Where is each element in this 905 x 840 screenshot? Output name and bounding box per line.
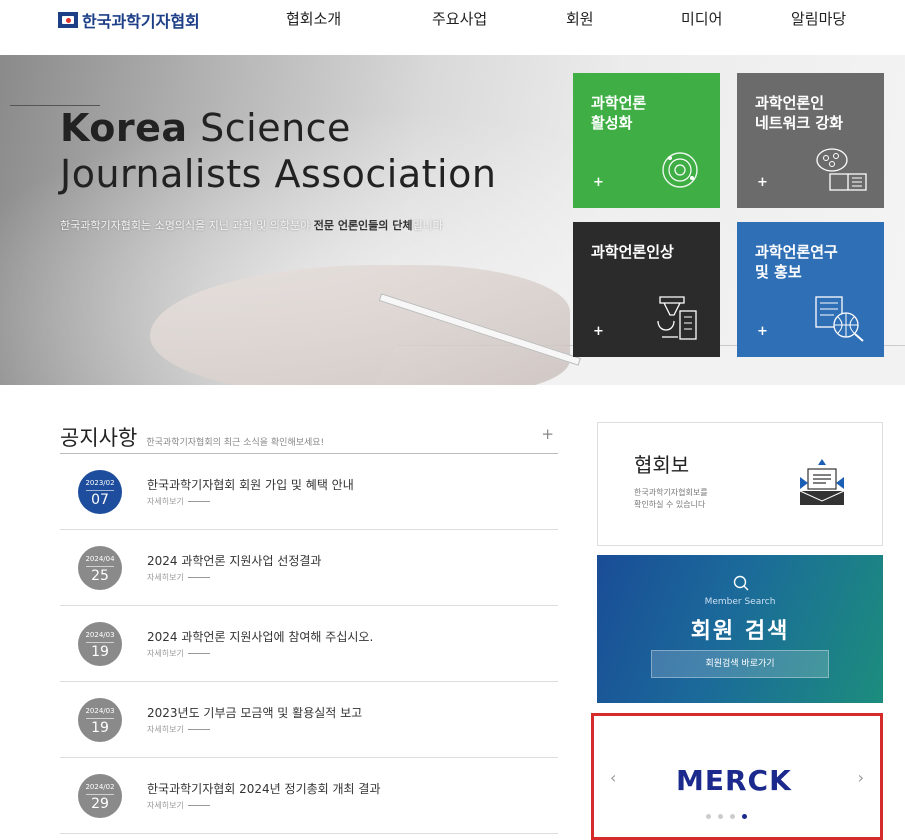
notice-title: 공지사항 [60,426,138,450]
member-search-button[interactable]: 회원검색 바로가기 [651,650,829,678]
notice-more-link[interactable]: 자세히보기 [147,724,210,735]
date-year-month: 2024/03 [85,631,115,639]
arrow-right-icon [187,653,210,654]
member-search-title: 회원 검색 [690,619,790,644]
notice-item[interactable]: 2023/02 07 한국과학기자협회 회원 가입 및 혜택 안내 자세히보기 [60,454,558,530]
notice-more-label: 자세히보기 [147,649,184,658]
hero-subtitle-bold: 전문 언론인들의 단체 [313,219,413,232]
notice-item[interactable]: 2024/03 19 2023년도 기부금 모금액 및 활용실적 보고 자세히보… [60,682,558,758]
newsletter-description: 한국과학기자협회보를 확인하실 수 있습니다 [634,488,708,509]
date-badge: 2024/02 29 [78,774,122,818]
date-day: 07 [91,492,109,508]
merck-logo[interactable]: MERCK [676,764,792,797]
date-badge: 2023/02 07 [78,470,122,514]
tile-title: 과학언론 활성화 [591,94,647,132]
notice-item[interactable]: 2024/03 19 2024 과학언론 지원사업에 참여해 주십시오. 자세히… [60,606,558,682]
notice-text: 한국과학기자협회 회원 가입 및 혜택 안내 [147,478,354,492]
research-globe-icon [815,296,864,342]
tile-research-promotion[interactable]: 과학언론연구 및 홍보 + [737,222,884,357]
tile-plus-icon: + [593,324,604,339]
carousel-prev-icon[interactable]: ‹ [610,768,616,787]
date-badge: 2024/04 25 [78,546,122,590]
hero-title: Korea Science Journalists Association [60,105,496,197]
carousel-dot[interactable] [718,814,723,819]
date-day: 29 [91,796,109,812]
hero-subtitle-pre: 한국과학기자협회는 소명의식을 지닌 과학 및 의학분야 [60,219,314,232]
carousel-next-icon[interactable]: › [858,768,864,787]
notice-more-label: 자세히보기 [147,801,184,810]
nav-item-media[interactable]: 미디어 [681,8,722,29]
notice-more-label: 자세히보기 [147,497,184,506]
notice-more-label: 자세히보기 [147,573,184,582]
notice-more-link[interactable]: 자세히보기 [147,496,210,507]
newsletter-title: 협회보 [634,453,690,477]
date-year-month: 2024/02 [85,783,115,791]
notice-item[interactable]: 2024/02 29 한국과학기자협회 2024년 정기총회 개최 결과 자세히… [60,758,558,834]
hero-banner: Korea Science Journalists Association 한국… [0,55,905,385]
tile-journalist-network[interactable]: 과학언론인 네트워크 강화 + [737,73,884,208]
hero-subtitle: 한국과학기자협회는 소명의식을 지닌 과학 및 의학분야 전문 언론인들의 단체… [60,217,443,233]
hero-title-rest: Science [187,106,351,150]
main-nav: 협회소개 주요사업 회원 미디어 알림마당 [0,8,905,28]
hero-title-line2: Journalists Association [60,152,497,196]
nav-item-about[interactable]: 협회소개 [286,8,341,29]
tile-title: 과학언론연구 및 홍보 [755,243,838,281]
carousel-dot-active[interactable] [742,814,747,819]
nav-item-projects[interactable]: 주요사업 [432,8,487,29]
date-badge: 2024/03 19 [78,622,122,666]
envelope-icon [799,459,845,505]
notice-more-plus-icon[interactable]: + [541,425,554,443]
date-badge: 2024/03 19 [78,698,122,742]
carousel-dots [706,814,747,819]
notice-item[interactable]: 2024/04 25 2024 과학언론 지원사업 선정결과 자세히보기 [60,530,558,606]
tile-title: 과학언론인상 [591,243,674,261]
notice-text: 2024 과학언론 지원사업에 참여해 주십시오. [147,630,374,644]
arrow-right-icon [187,501,210,502]
newsletter-box[interactable]: 협회보 한국과학기자협회보를 확인하실 수 있습니다 [597,422,883,546]
member-search-box[interactable]: Member Search 회원 검색 회원검색 바로가기 [597,555,883,703]
arrow-right-icon [187,577,210,578]
search-icon [733,575,749,591]
trophy-icon [657,296,697,340]
tile-science-media-activation[interactable]: 과학언론 활성화 + [573,73,720,208]
notice-more-link[interactable]: 자세히보기 [147,572,210,583]
member-search-english-label: Member Search [704,597,776,607]
tile-title: 과학언론인 네트워크 강화 [755,94,844,132]
tile-plus-icon: + [757,175,768,190]
date-year-month: 2024/04 [85,555,115,563]
notice-header: 공지사항 한국과학기자협회의 최근 소식을 확인해보세요! + [60,422,558,454]
date-year-month: 2023/02 [85,479,115,487]
notice-text: 2023년도 기부금 모금액 및 활용실적 보고 [147,706,363,720]
tile-journalism-award[interactable]: 과학언론인상 + [573,222,720,357]
notice-text: 한국과학기자협회 2024년 정기총회 개최 결과 [147,782,381,796]
notice-description: 한국과학기자협회의 최근 소식을 확인해보세요! [146,438,325,448]
arrow-right-icon [187,729,210,730]
arrow-right-icon [187,805,210,806]
site-header: 한국과학기자협회 협회소개 주요사업 회원 미디어 알림마당 [0,0,905,50]
hero-title-bold: Korea [60,106,188,150]
tile-plus-icon: + [757,324,768,339]
orbit-icon [662,152,698,188]
tile-plus-icon: + [593,175,604,190]
notice-more-link[interactable]: 자세히보기 [147,648,210,659]
hero-subtitle-post: 입니다 [412,219,443,232]
nav-item-members[interactable]: 회원 [566,8,594,29]
date-day: 25 [91,568,109,584]
notice-more-link[interactable]: 자세히보기 [147,800,210,811]
carousel-dot[interactable] [730,814,735,819]
notice-more-label: 자세히보기 [147,725,184,734]
date-day: 19 [91,720,109,736]
notice-text: 2024 과학언론 지원사업 선정결과 [147,554,322,568]
date-day: 19 [91,644,109,660]
date-year-month: 2024/03 [85,707,115,715]
carousel-dot[interactable] [706,814,711,819]
nav-item-notices[interactable]: 알림마당 [791,8,846,29]
partner-banner-carousel: ‹ MERCK › [591,713,883,840]
network-book-icon [816,148,867,191]
